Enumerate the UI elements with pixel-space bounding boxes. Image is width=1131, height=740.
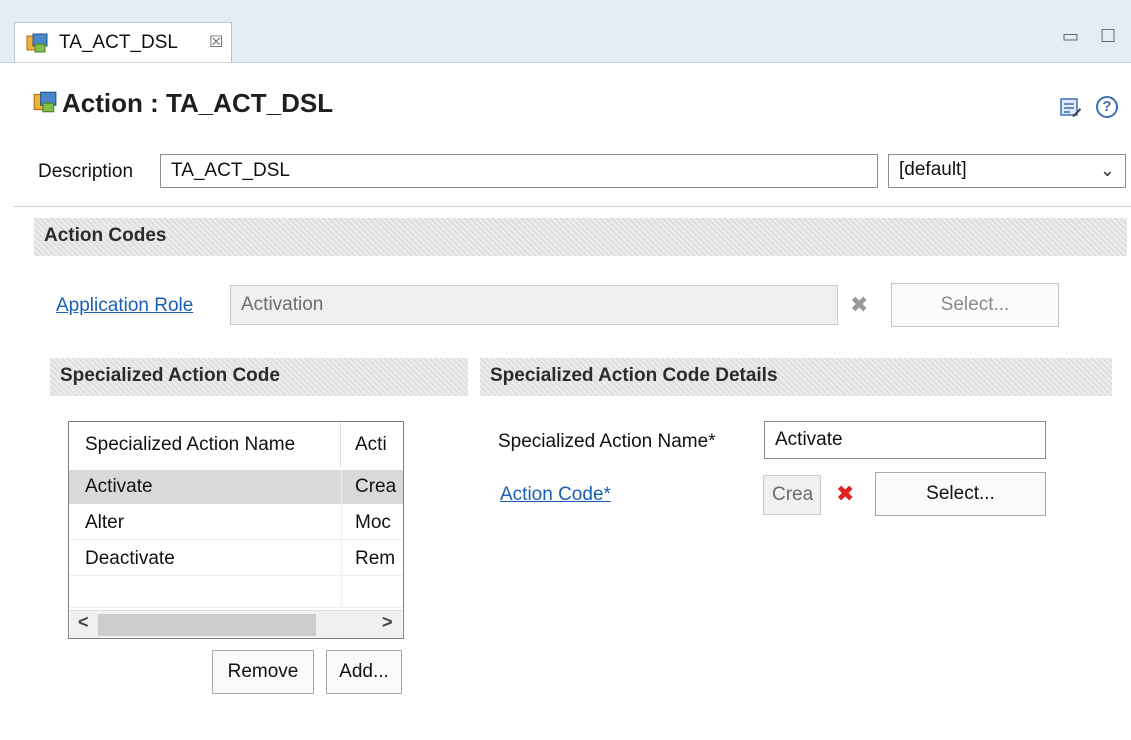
table-horizontal-scrollbar[interactable]: < > (70, 610, 402, 638)
column-divider (341, 470, 342, 608)
header-divider (14, 206, 1131, 207)
table-cell-name: Activate (85, 476, 153, 497)
table-cell-code: Moc (355, 512, 391, 533)
page-title: Action : TA_ACT_DSL (62, 88, 334, 118)
description-field[interactable]: TA_ACT_DSL (160, 154, 878, 188)
editor-tab[interactable]: TA_ACT_DSL ☒ (14, 22, 232, 62)
table-cell-code: Rem (355, 548, 396, 569)
action-codes-section-header: Action Codes (34, 218, 1127, 256)
table-cell-code: Crea (355, 476, 397, 497)
add-button[interactable]: Add... (326, 650, 402, 694)
action-code-link[interactable]: Action Code* (500, 484, 611, 506)
action-code-select-button[interactable]: Select... (875, 472, 1046, 516)
table-empty-row (69, 578, 403, 608)
scroll-right-icon[interactable]: > (382, 612, 393, 633)
remove-button[interactable]: Remove (212, 650, 314, 694)
application-role-select-button[interactable]: Select... (891, 283, 1059, 327)
table-cell-name: Deactivate (85, 548, 175, 569)
minimize-icon[interactable]: ▭ (1062, 26, 1079, 47)
tab-label: TA_ACT_DSL (59, 32, 178, 53)
scrollbar-thumb[interactable] (98, 614, 316, 636)
specialized-action-name-label: Specialized Action Name* (498, 431, 716, 452)
application-role-link[interactable]: Application Role (56, 295, 193, 317)
close-tab-icon[interactable]: ☒ (209, 32, 223, 52)
column-header-name[interactable]: Specialized Action Name (69, 422, 341, 468)
action-editor-icon (25, 32, 49, 60)
language-select[interactable]: [default] ⌄ (888, 154, 1126, 188)
specialized-action-code-section-header: Specialized Action Code (50, 358, 468, 396)
info-icon[interactable] (1058, 96, 1082, 126)
application-role-field: Activation (230, 285, 838, 325)
clear-action-code-icon[interactable]: ✖ (836, 481, 854, 507)
scroll-left-icon[interactable]: < (78, 612, 89, 633)
maximize-icon[interactable]: ☐ (1100, 26, 1116, 47)
column-header-code[interactable]: Acti (341, 422, 403, 468)
specialized-action-table: Specialized Action Name Acti Activate Cr… (68, 421, 404, 639)
action-code-field: Crea (763, 475, 821, 515)
specialized-action-name-field[interactable]: Activate (764, 421, 1046, 459)
clear-application-role-icon[interactable]: ✖ (850, 292, 868, 318)
description-label: Description (38, 161, 134, 182)
editor-tab-strip: TA_ACT_DSL ☒ ▭ ☐ (0, 0, 1131, 63)
page-title-icon (32, 90, 58, 120)
help-icon[interactable]: ? (1096, 96, 1118, 118)
table-cell-name: Alter (85, 512, 125, 533)
language-select-value: [default] (899, 159, 967, 180)
details-section-header: Specialized Action Code Details (480, 358, 1112, 396)
chevron-down-icon: ⌄ (1099, 160, 1115, 180)
